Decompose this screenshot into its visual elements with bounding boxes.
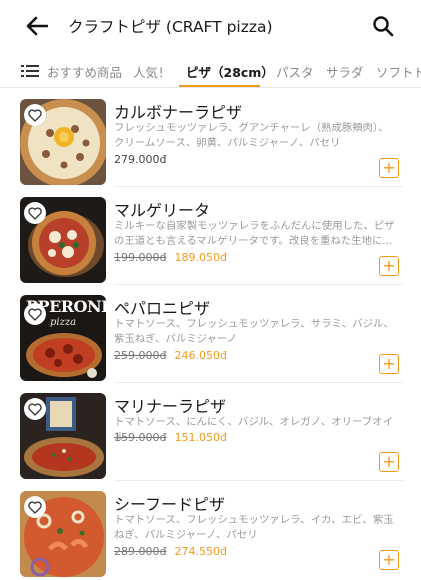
favorite-button[interactable] [24,303,46,325]
tab-pasta[interactable]: パスタ [276,62,314,81]
favorite-button[interactable] [24,104,46,126]
product-name: マリナーラピザ [114,397,227,416]
search-button[interactable] [371,14,395,38]
product-image[interactable] [20,197,106,283]
product-description: トマトソース、フレッシュモッツァレラ、サラミ、バジル、紫玉ねぎ、パルミジャーノ [114,318,394,345]
discounted-price: 189.050đ [174,251,227,264]
product-description: ミルキーな自家製モッツァレラをふんだんに使用した、ピザの王道とも言えるマルゲリー… [114,220,395,247]
top-bar: クラフトピザ (CRAFT pizza) [0,0,421,54]
favorite-button[interactable] [24,496,46,518]
favorite-button[interactable] [24,398,46,420]
heart-icon [28,108,42,122]
discounted-price: 151.050đ [174,431,227,444]
discounted-price: 246.050đ [174,349,227,362]
tab-pizza[interactable]: ピザ（28cm） [186,62,274,81]
tab-salad[interactable]: サラダ [326,62,364,81]
product-name: マルゲリータ [114,201,211,220]
active-tab-indicator [179,85,260,87]
heart-icon [28,402,42,416]
product-name: シーフードピザ [114,495,226,514]
product-name: ペパロニピザ [114,299,211,318]
image-logo-subtext: pizza [50,317,77,328]
category-list-icon[interactable] [21,64,39,78]
product-description: トマトソース、フレッシュモッツァレラ、イカ、エビ、紫玉ねぎ、パルミジャーノ、パセ… [114,514,394,541]
heart-icon [28,307,42,321]
add-to-cart-button[interactable]: + [379,256,399,276]
original-price: 259.000đ [114,349,167,362]
discounted-price: 274.550đ [174,545,227,558]
product-image[interactable] [20,99,106,185]
product-item-seafood[interactable]: シーフードピザ トマトソース、フレッシュモッツァレラ、イカ、エビ、紫玉ねぎ、パル… [0,481,421,579]
product-name: カルボナーラピザ [114,103,243,122]
product-item-pepperoni[interactable]: PPERONI pizza ペパロニピザ トマトソース、フレッシュモッツァレラ、… [0,285,421,383]
search-icon [373,16,394,37]
price-row: 159.000đ 151.050đ [114,431,227,444]
arrow-left-icon [26,16,48,36]
product-item-margherita[interactable]: マルゲリータ ミルキーな自家製モッツァレラをふんだんに使用した、ピザの王道とも言… [0,187,421,285]
add-to-cart-button[interactable]: + [379,550,399,570]
add-to-cart-button[interactable]: + [379,452,399,472]
price-row: 199.000đ 189.050đ [114,251,227,264]
product-image[interactable] [20,393,106,479]
original-price: 159.000đ [114,431,167,444]
tab-recommended[interactable]: おすすめ商品 [47,62,122,81]
add-to-cart-button[interactable]: + [379,354,399,374]
heart-icon [28,206,42,220]
original-price: 199.000đ [114,251,167,264]
product-price: 279.000đ [114,153,167,166]
price-row: 289.000đ 274.550đ [114,545,227,558]
product-item-marinara[interactable]: マリナーラピザ トマトソース、にんにく、バジル、オレガノ、オリーブオイル 159… [0,383,421,481]
favorite-button[interactable] [24,202,46,224]
back-button[interactable] [22,12,52,40]
product-description: フレッシュモッツァレラ、グアンチャーレ（熟成豚頬肉）、クリームソース、卵黄、パル… [114,122,389,149]
tab-soft-drink[interactable]: ソフトドリ [376,62,421,81]
product-image[interactable]: PPERONI pizza [20,295,106,381]
product-image[interactable] [20,491,106,577]
tab-popular[interactable]: 人気！ [133,62,171,81]
heart-icon [28,500,42,514]
page-title: クラフトピザ (CRAFT pizza) [68,18,273,36]
category-tabs: おすすめ商品 人気！ ピザ（28cm） パスタ サラダ ソフトドリ [0,54,421,88]
product-item-carbonara[interactable]: カルボナーラピザ フレッシュモッツァレラ、グアンチャーレ（熟成豚頬肉）、クリーム… [0,89,421,187]
add-to-cart-button[interactable]: + [379,158,399,178]
price-row: 259.000đ 246.050đ [114,349,227,362]
original-price: 289.000đ [114,545,167,558]
price-row: 279.000đ [114,153,166,166]
